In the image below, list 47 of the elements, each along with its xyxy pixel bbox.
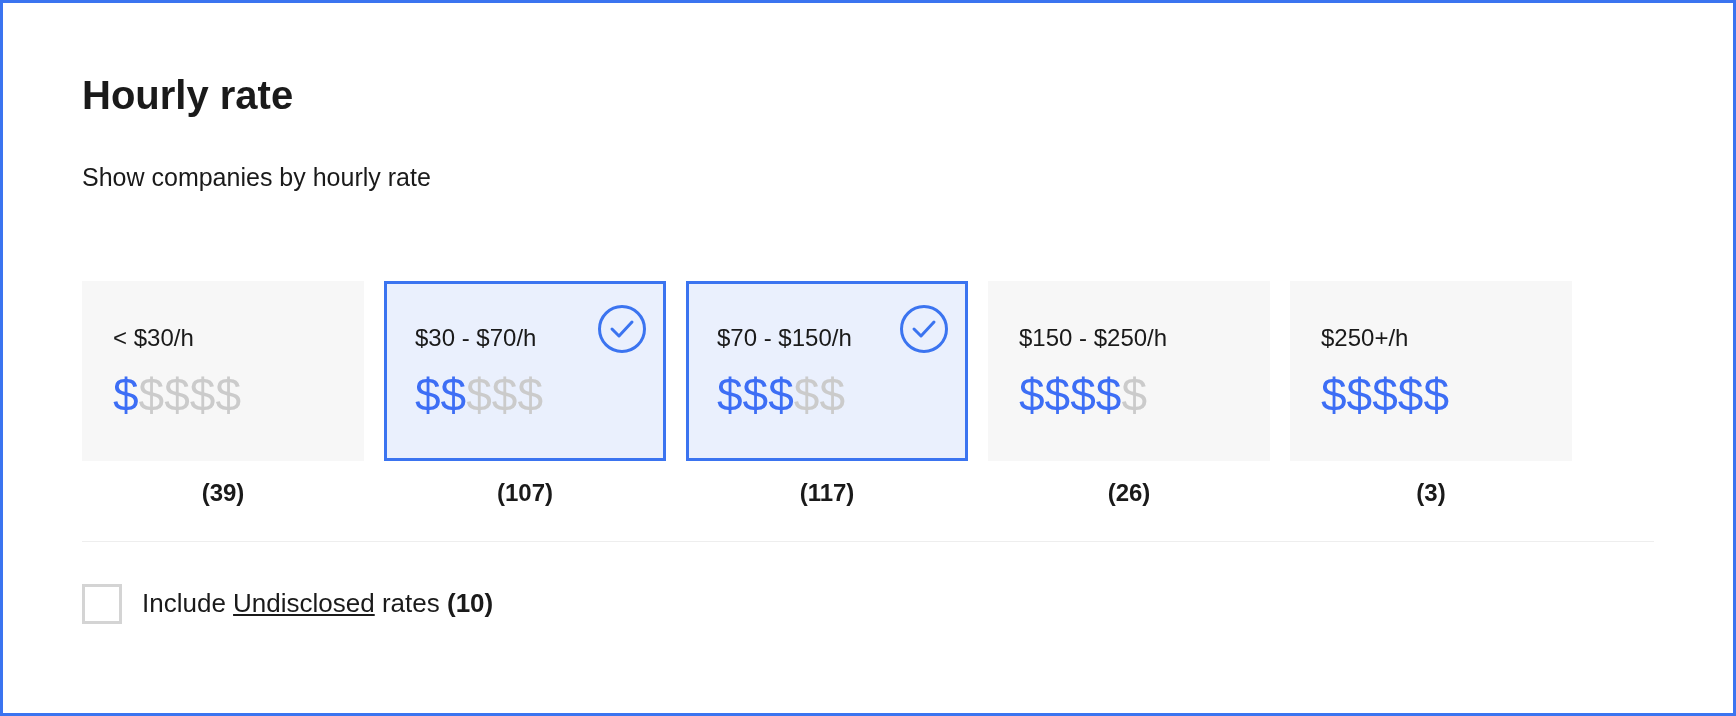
dollar-sign: $ <box>793 371 820 418</box>
rate-range-label: $150 - $250/h <box>1019 322 1168 353</box>
dollar-sign: $ <box>1070 371 1096 418</box>
dollar-sign: $ <box>768 371 794 418</box>
dollar-sign: $ <box>189 371 216 418</box>
rate-option-card[interactable]: $30 - $70/h $$$$$ <box>384 280 666 461</box>
dollar-sign: $ <box>466 371 492 418</box>
rate-range-label: $250+/h <box>1321 322 1409 353</box>
checkbox-label: Include Undisclosed rates (10) <box>142 587 494 620</box>
rate-option-card[interactable]: $250+/h $$$$$ <box>1290 280 1572 461</box>
check-circle-icon <box>899 303 949 354</box>
dollar-sign: $ <box>1044 371 1071 418</box>
rate-range-label: $70 - $150/h <box>717 322 852 353</box>
rate-range-label: < $30/h <box>113 322 194 353</box>
result-count: (107) <box>496 477 554 508</box>
rate-option-card[interactable]: $70 - $150/h $$$$$ <box>686 280 968 461</box>
dollar-sign: $ <box>517 371 543 418</box>
dollar-sign: $ <box>1397 371 1424 418</box>
result-count: (117) <box>798 477 856 508</box>
dollar-sign: $ <box>215 371 241 418</box>
section-title: Hourly rate <box>82 72 295 119</box>
dollar-sign: $ <box>491 371 518 418</box>
checkbox[interactable] <box>82 583 122 624</box>
result-count: (3) <box>1415 477 1447 508</box>
dollar-sign: $ <box>742 371 769 418</box>
dollar-sign: $ <box>138 371 165 418</box>
dollar-sign: $ <box>415 371 441 418</box>
rate-option-card[interactable]: < $30/h $$$$$ <box>82 280 364 461</box>
rate-option-card[interactable]: $150 - $250/h $$$$$ <box>988 280 1270 461</box>
check-circle-icon <box>597 303 647 354</box>
result-count: (39) <box>200 477 246 508</box>
dollar-sign: $ <box>1321 371 1347 418</box>
dollar-sign: $ <box>1346 371 1373 418</box>
rate-range-label: $30 - $70/h <box>415 322 537 353</box>
section-subtitle: Show companies by hourly rate <box>82 162 432 193</box>
dollar-sign: $ <box>1423 371 1449 418</box>
dollar-sign: $ <box>819 371 845 418</box>
dollar-sign: $ <box>113 371 139 418</box>
dollar-sign: $ <box>1019 371 1045 418</box>
dollar-sign: $ <box>717 371 743 418</box>
dollar-sign: $ <box>440 371 467 418</box>
dollar-sign: $ <box>1095 371 1122 418</box>
dollar-sign: $ <box>1121 371 1147 418</box>
result-count: (26) <box>1106 477 1152 508</box>
dollar-sign: $ <box>1372 371 1398 418</box>
dollar-sign: $ <box>164 371 190 418</box>
undisclosed-link[interactable]: Undisclosed <box>233 588 375 618</box>
